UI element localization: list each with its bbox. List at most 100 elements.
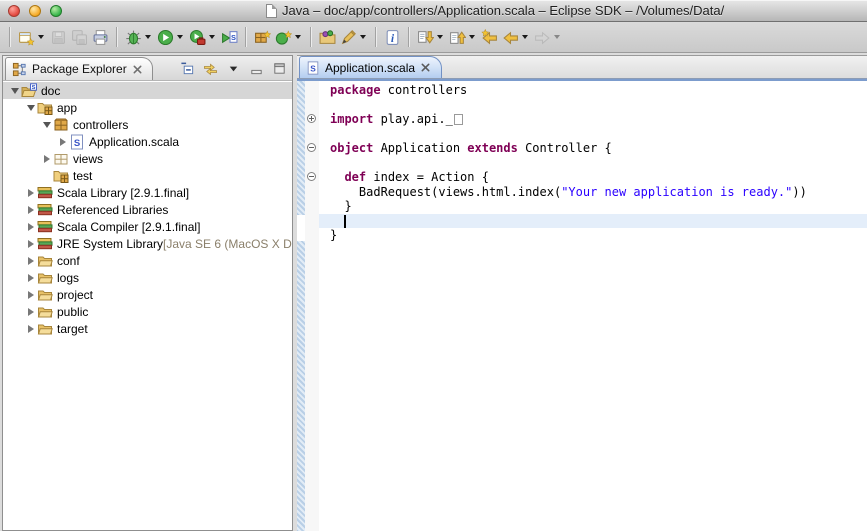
library-icon [37,202,53,218]
tree-item-conf[interactable]: conf [3,252,292,269]
tree-item-project[interactable]: project [3,286,292,303]
tree-item-controllers[interactable]: controllers [3,116,292,133]
back-button[interactable] [500,27,532,48]
title-bar[interactable]: Java – doc/app/controllers/Application.s… [0,0,867,22]
tree-item-label: logs [57,271,79,285]
annotation-ruler[interactable] [297,81,305,531]
library-icon [37,185,53,201]
dropdown-arrow-icon[interactable] [145,35,151,39]
tree-item-target[interactable]: target [3,320,292,337]
previous-annotation-button[interactable] [447,27,479,48]
fold-collapse-icon[interactable] [307,172,316,181]
dropdown-arrow-icon[interactable] [437,35,443,39]
debug-button[interactable] [123,27,155,48]
view-menu-button[interactable] [224,60,242,77]
dropdown-arrow-icon[interactable] [469,35,475,39]
print-button[interactable] [90,27,111,48]
fold-expand-icon[interactable] [307,114,316,123]
close-window-button[interactable] [8,5,20,17]
new-scala-class-button[interactable] [273,27,305,48]
tree-closed-arrow-icon[interactable] [57,138,69,146]
tree-closed-arrow-icon[interactable] [25,308,37,316]
tree-item-application-scala[interactable]: SApplication.scala [3,133,292,150]
code-line-7[interactable]: def index = Action { [319,170,867,185]
tree-item-scala-compiler-2-9-1-final[interactable]: Scala Compiler [2.9.1.final] [3,218,292,235]
tree-closed-arrow-icon[interactable] [25,325,37,333]
package-folder-icon [53,168,69,184]
code-line-11[interactable]: } [319,228,867,243]
tree-closed-arrow-icon[interactable] [25,206,37,214]
code-token: Application [373,141,467,155]
tree-open-arrow-icon[interactable] [9,88,21,94]
main-toolbar: Si [0,22,867,53]
tree-closed-arrow-icon[interactable] [25,223,37,231]
tab-package-explorer[interactable]: Package Explorer [5,57,153,80]
tree-item-test[interactable]: test [3,167,292,184]
tree-closed-arrow-icon[interactable] [41,155,53,163]
dropdown-arrow-icon[interactable] [209,35,215,39]
link-with-editor-button[interactable] [201,60,219,77]
tree-item-doc[interactable]: Sdoc [3,82,292,99]
tree-closed-arrow-icon[interactable] [25,189,37,197]
zoom-window-button[interactable] [50,5,62,17]
new-scala-class-icon [275,29,292,46]
dropdown-arrow-icon[interactable] [38,35,44,39]
dropdown-arrow-icon[interactable] [554,35,560,39]
tree-open-arrow-icon[interactable] [25,105,37,111]
tree-item-logs[interactable]: logs [3,269,292,286]
svg-text:S: S [74,138,80,149]
minimize-icon [249,61,264,76]
code-line-9[interactable]: } [319,199,867,214]
run-scala-application-button[interactable]: S [219,27,240,48]
tree-item-scala-library-2-9-1-final[interactable]: Scala Library [2.9.1.final] [3,184,292,201]
tree-item-views[interactable]: views [3,150,292,167]
run-button[interactable] [155,27,187,48]
open-type-button[interactable] [317,27,338,48]
svg-text:S: S [231,33,236,42]
run-external-tools-button[interactable] [187,27,219,48]
code-token: } [330,228,337,242]
collapsed-region-icon[interactable] [454,114,463,125]
code-line-6[interactable] [319,156,867,171]
tree-item-app[interactable]: app [3,99,292,116]
tab-application-scala[interactable]: S Application.scala [299,56,442,78]
tree-item-jre-system-library[interactable]: JRE System Library [Java SE 6 (MacOS X D… [3,235,292,252]
dropdown-arrow-icon[interactable] [522,35,528,39]
fold-collapse-icon[interactable] [307,143,316,152]
tree-item-referenced-libraries[interactable]: Referenced Libraries [3,201,292,218]
code-line-3[interactable]: import play.api._ [319,112,867,127]
new-scala-package-button[interactable] [252,27,273,48]
tree-item-public[interactable]: public [3,303,292,320]
javadoc-info-icon: i [384,29,401,46]
code-line-5[interactable]: object Application extends Controller { [319,141,867,156]
code-line-8[interactable]: BadRequest(views.html.index("Your new ap… [319,185,867,200]
tree-closed-arrow-icon[interactable] [25,257,37,265]
code-line-4[interactable] [319,127,867,142]
dropdown-arrow-icon[interactable] [360,35,366,39]
close-editor-tab-icon[interactable] [420,62,431,73]
code-editor[interactable]: package controllers import play.api._obje… [297,81,867,531]
new-wizard-button[interactable] [16,27,48,48]
code-line-2[interactable] [319,98,867,113]
javadoc-info-button[interactable]: i [382,27,403,48]
folding-margin[interactable] [305,81,319,531]
tree-closed-arrow-icon[interactable] [25,291,37,299]
dropdown-arrow-icon[interactable] [177,35,183,39]
code-line-1[interactable]: package controllers [319,83,867,98]
minimize-window-button[interactable] [29,5,41,17]
tree-closed-arrow-icon[interactable] [25,240,37,248]
folder-icon [37,270,53,286]
tree-open-arrow-icon[interactable] [41,122,53,128]
close-view-icon[interactable] [132,64,143,75]
search-button[interactable] [338,27,370,48]
maximize-button[interactable] [270,60,288,77]
last-edit-location-button[interactable] [479,27,500,48]
dropdown-arrow-icon[interactable] [295,35,301,39]
code-text[interactable]: package controllers import play.api._obje… [319,83,867,243]
tree-closed-arrow-icon[interactable] [25,274,37,282]
collapse-all-button[interactable] [178,60,196,77]
next-annotation-button[interactable] [415,27,447,48]
run-icon [157,29,174,46]
code-line-10[interactable] [319,214,867,229]
minimize-button[interactable] [247,60,265,77]
